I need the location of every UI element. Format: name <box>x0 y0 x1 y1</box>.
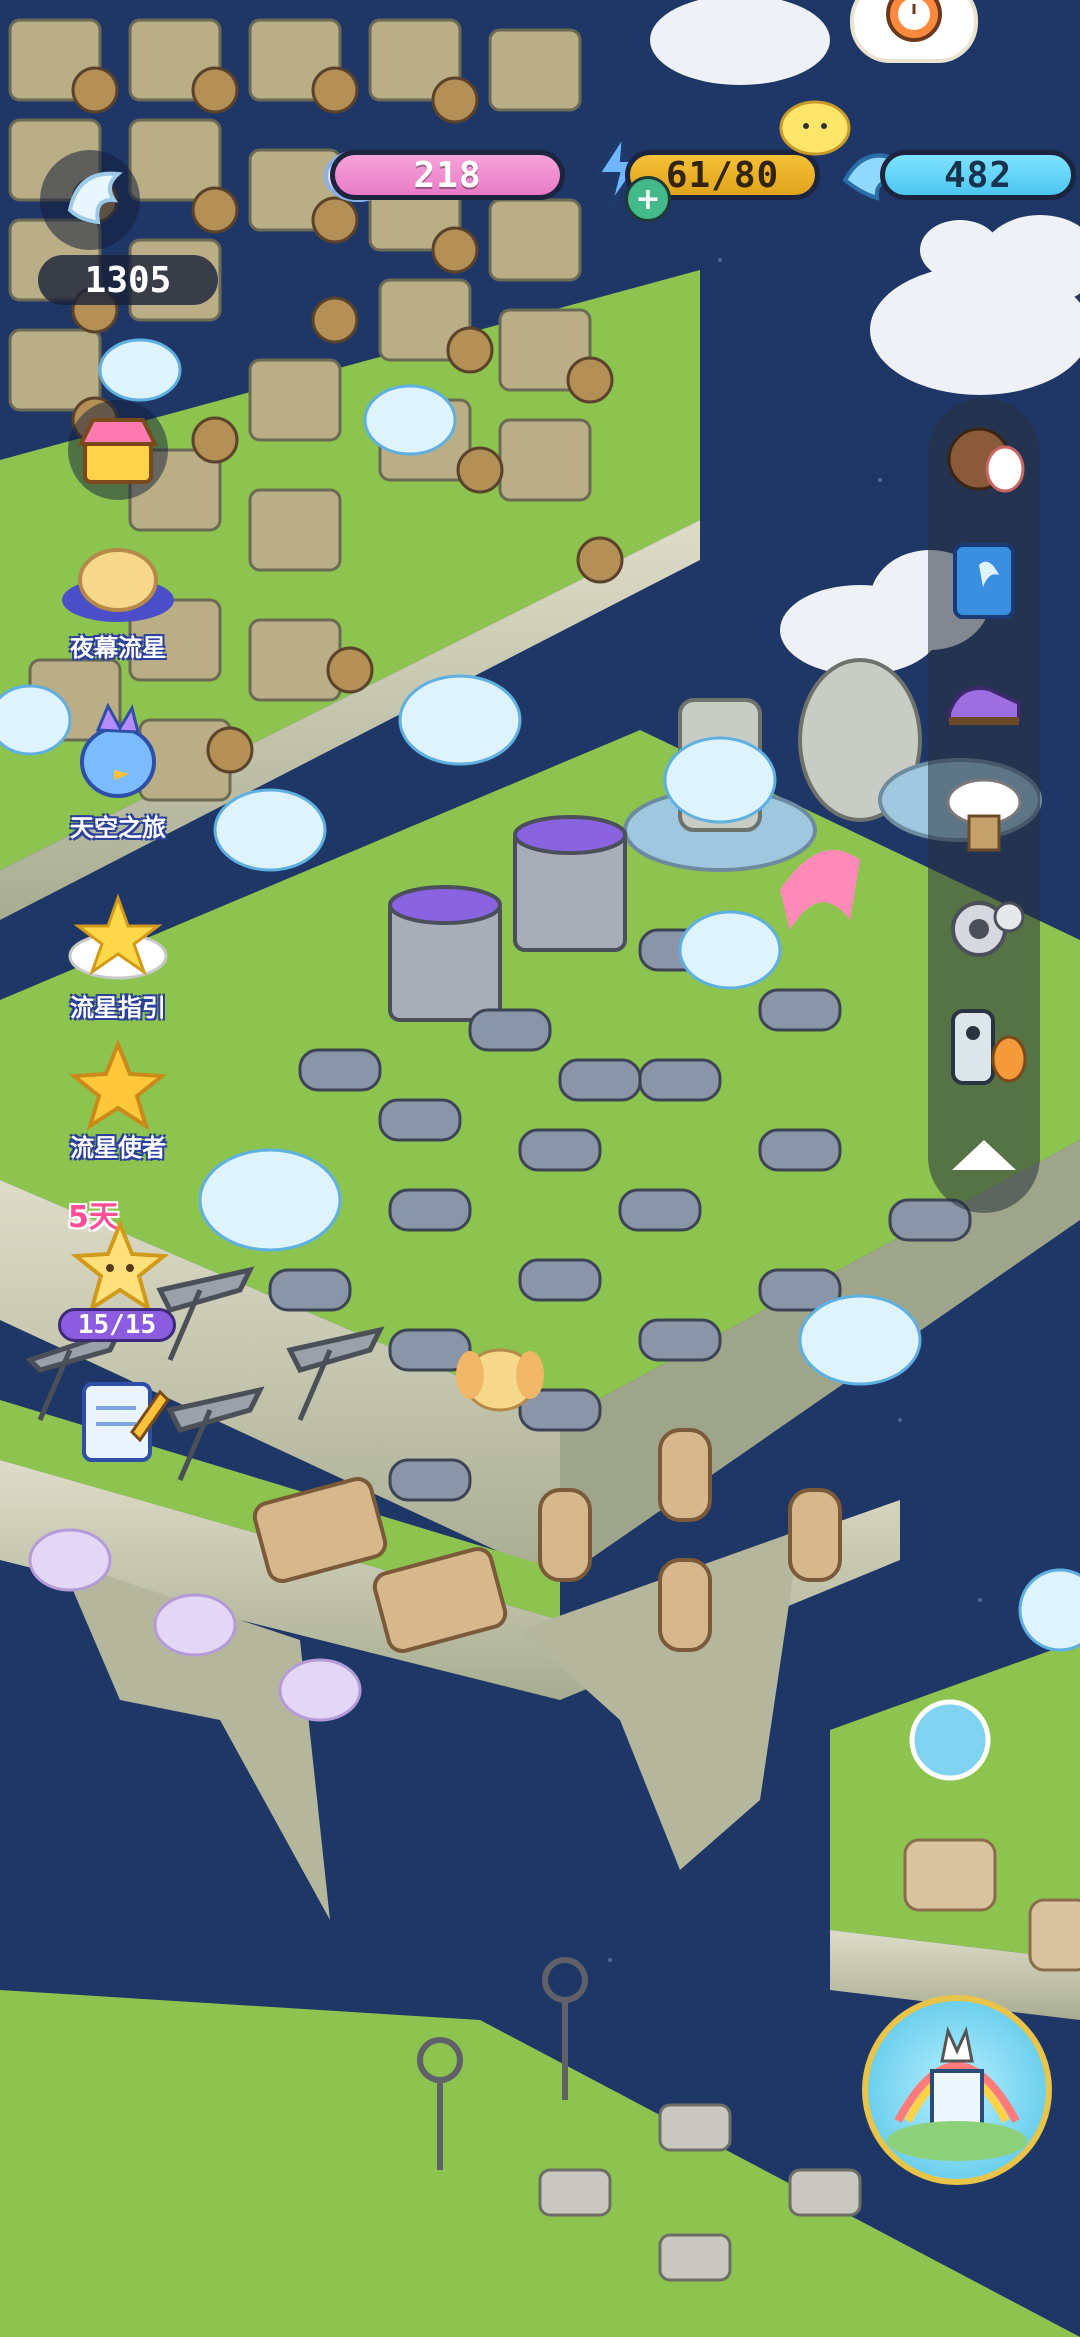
event-meteor-guide[interactable]: 流星指引 <box>48 890 188 1023</box>
event-meteor-guide-label: 流星指引 <box>70 994 166 1022</box>
book-button[interactable] <box>928 530 1040 630</box>
add-energy-button[interactable]: + <box>625 176 671 222</box>
event-meteor-envoy[interactable]: 流星使者 <box>48 1038 188 1163</box>
event-progress-bar: 15/15 <box>58 1308 176 1342</box>
gear-icon <box>951 901 1025 957</box>
star-cloud-icon <box>68 893 168 980</box>
gem-value: 482 <box>943 154 1013 196</box>
bear-rabbit-icon <box>947 427 1025 493</box>
settings-button[interactable] <box>928 878 1040 978</box>
wing-currency-icon[interactable] <box>40 150 140 250</box>
smiling-star-icon <box>70 1218 170 1313</box>
event-night-meteor[interactable]: 夜幕流星 <box>48 530 188 663</box>
event-meteor-envoy-label: 流星使者 <box>70 1134 166 1162</box>
cloud-currency-counter[interactable]: 218 <box>330 150 565 200</box>
timer-button[interactable] <box>850 0 978 63</box>
wing-value: 1305 <box>84 259 172 301</box>
gem-counter[interactable]: 482 <box>880 150 1076 200</box>
remote-button[interactable] <box>928 998 1040 1098</box>
wing-counter: 1305 <box>38 255 218 305</box>
shoe-icon <box>947 686 1021 725</box>
bear-rabbit-button[interactable] <box>928 408 1040 508</box>
event-night-meteor-label: 夜幕流星 <box>70 634 166 662</box>
shop-icon <box>68 400 168 500</box>
home-castle-button[interactable] <box>862 1995 1052 2185</box>
right-toolbar <box>928 398 1040 1213</box>
blue-book-icon <box>953 543 1015 619</box>
collapse-arrow-icon[interactable] <box>952 1140 1016 1170</box>
clock-icon <box>886 0 942 42</box>
cloud-gift-button[interactable] <box>928 763 1040 863</box>
event-progress-text: 15/15 <box>77 1310 157 1340</box>
cloud-currency-value: 218 <box>413 154 482 196</box>
shop-button[interactable] <box>48 400 188 504</box>
sleeping-puppy-icon <box>62 548 174 622</box>
event-sky-journey[interactable]: 天空之旅 <box>48 700 188 843</box>
gold-star-icon <box>68 1038 168 1131</box>
cloud-gift-icon <box>946 778 1022 852</box>
event-sky-journey-label: 天空之旅 <box>70 814 166 842</box>
blue-bird-icon <box>80 702 156 798</box>
swirl-orb <box>909 1699 991 1781</box>
remote-control-icon <box>951 1009 1027 1085</box>
notepad-icon <box>82 1382 170 1462</box>
game-board[interactable] <box>0 0 1080 2337</box>
shoe-button[interactable] <box>928 648 1040 748</box>
energy-value: 61/80 <box>665 154 780 196</box>
castle-icon <box>887 2026 1027 2161</box>
notepad-button[interactable] <box>70 1370 170 1470</box>
smiling-star-button[interactable] <box>70 1218 170 1315</box>
